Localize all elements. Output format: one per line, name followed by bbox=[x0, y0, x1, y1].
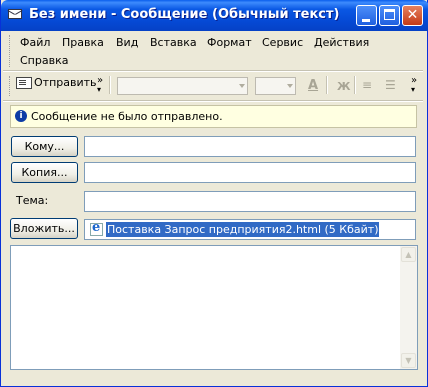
menu-separator bbox=[3, 70, 423, 72]
minimize-icon bbox=[362, 19, 370, 22]
menu-help[interactable]: Справка bbox=[20, 54, 68, 67]
toolbar-dropdown-icon[interactable]: ▾ bbox=[97, 86, 101, 94]
toolbar-grip[interactable] bbox=[9, 76, 13, 96]
bullets-icon[interactable]: ☰ bbox=[385, 78, 396, 92]
vertical-scrollbar[interactable]: ▲ ▼ bbox=[400, 246, 417, 369]
send-button[interactable]: Отправить bbox=[16, 76, 97, 96]
info-icon: i bbox=[15, 110, 27, 122]
to-button[interactable]: Кому... bbox=[11, 136, 78, 157]
attachments-field[interactable]: Поставка Запрос предприятия2.html (5 Кба… bbox=[84, 219, 416, 240]
envelope-icon bbox=[8, 9, 22, 19]
message-window: Без имени - Сообщение (Обычный текст) ✕ … bbox=[0, 0, 428, 387]
to-field[interactable] bbox=[84, 136, 416, 157]
chevron-down-icon bbox=[239, 84, 245, 88]
menu-view[interactable]: Вид bbox=[116, 36, 138, 49]
send-label: Отправить bbox=[34, 76, 97, 89]
menu-file[interactable]: Файл bbox=[20, 36, 50, 49]
menu-tools[interactable]: Сервис bbox=[262, 36, 303, 49]
attachment-item[interactable]: Поставка Запрос предприятия2.html (5 Кба… bbox=[104, 221, 381, 238]
close-button[interactable]: ✕ bbox=[402, 5, 423, 26]
subject-label: Тема: bbox=[16, 194, 49, 207]
title-bar[interactable]: Без имени - Сообщение (Обычный текст) ✕ bbox=[1, 0, 428, 31]
scroll-up-icon[interactable]: ▲ bbox=[401, 247, 416, 262]
standard-toolbar: Отправить » ▾ A Ж ≡ ☰ » ▾ bbox=[6, 73, 424, 99]
format-overflow-icon[interactable]: » bbox=[411, 76, 417, 86]
toolbar-overflow-icon[interactable]: » bbox=[97, 76, 103, 86]
maximize-icon bbox=[384, 9, 395, 20]
cc-button[interactable]: Копия... bbox=[11, 162, 78, 183]
cc-button-label: Копия... bbox=[21, 166, 68, 179]
info-text: Сообщение не было отправлено. bbox=[31, 110, 223, 123]
format-dropdown-icon[interactable]: ▾ bbox=[411, 86, 415, 94]
chevron-down-icon bbox=[287, 84, 293, 88]
message-body[interactable]: ▲ ▼ bbox=[10, 245, 418, 370]
font-name-combo[interactable] bbox=[117, 77, 248, 95]
menu-bar: Файл Правка Вид Вставка Формат Сервис Де… bbox=[6, 32, 424, 70]
subject-field[interactable] bbox=[84, 191, 416, 212]
menu-edit[interactable]: Правка bbox=[62, 36, 104, 49]
cc-field[interactable] bbox=[84, 162, 416, 183]
menu-format[interactable]: Формат bbox=[207, 36, 252, 49]
close-icon: ✕ bbox=[406, 7, 419, 23]
bold-icon[interactable]: Ж bbox=[337, 80, 350, 93]
window-title: Без имени - Сообщение (Обычный текст) bbox=[29, 7, 340, 22]
menu-grip[interactable] bbox=[9, 35, 13, 67]
maximize-button[interactable] bbox=[379, 5, 400, 26]
attach-button-label: Вложить... bbox=[13, 222, 75, 235]
info-bar: i Сообщение не было отправлено. bbox=[10, 105, 417, 128]
toolbar-separator bbox=[354, 76, 356, 94]
attach-button[interactable]: Вложить... bbox=[10, 218, 78, 239]
align-left-icon[interactable]: ≡ bbox=[362, 78, 372, 92]
font-size-combo[interactable] bbox=[255, 77, 296, 95]
send-icon bbox=[16, 77, 32, 89]
html-file-icon bbox=[90, 220, 103, 236]
menu-insert[interactable]: Вставка bbox=[150, 36, 197, 49]
menu-actions[interactable]: Действия bbox=[314, 36, 369, 49]
scroll-down-icon[interactable]: ▼ bbox=[401, 353, 416, 368]
toolbar-separator bbox=[109, 76, 111, 94]
toolbar-separator bbox=[326, 76, 328, 94]
toolbar-separator-line bbox=[3, 100, 423, 102]
minimize-button[interactable] bbox=[356, 5, 377, 26]
to-button-label: Кому... bbox=[24, 140, 65, 153]
font-color-icon[interactable]: A bbox=[308, 78, 318, 93]
